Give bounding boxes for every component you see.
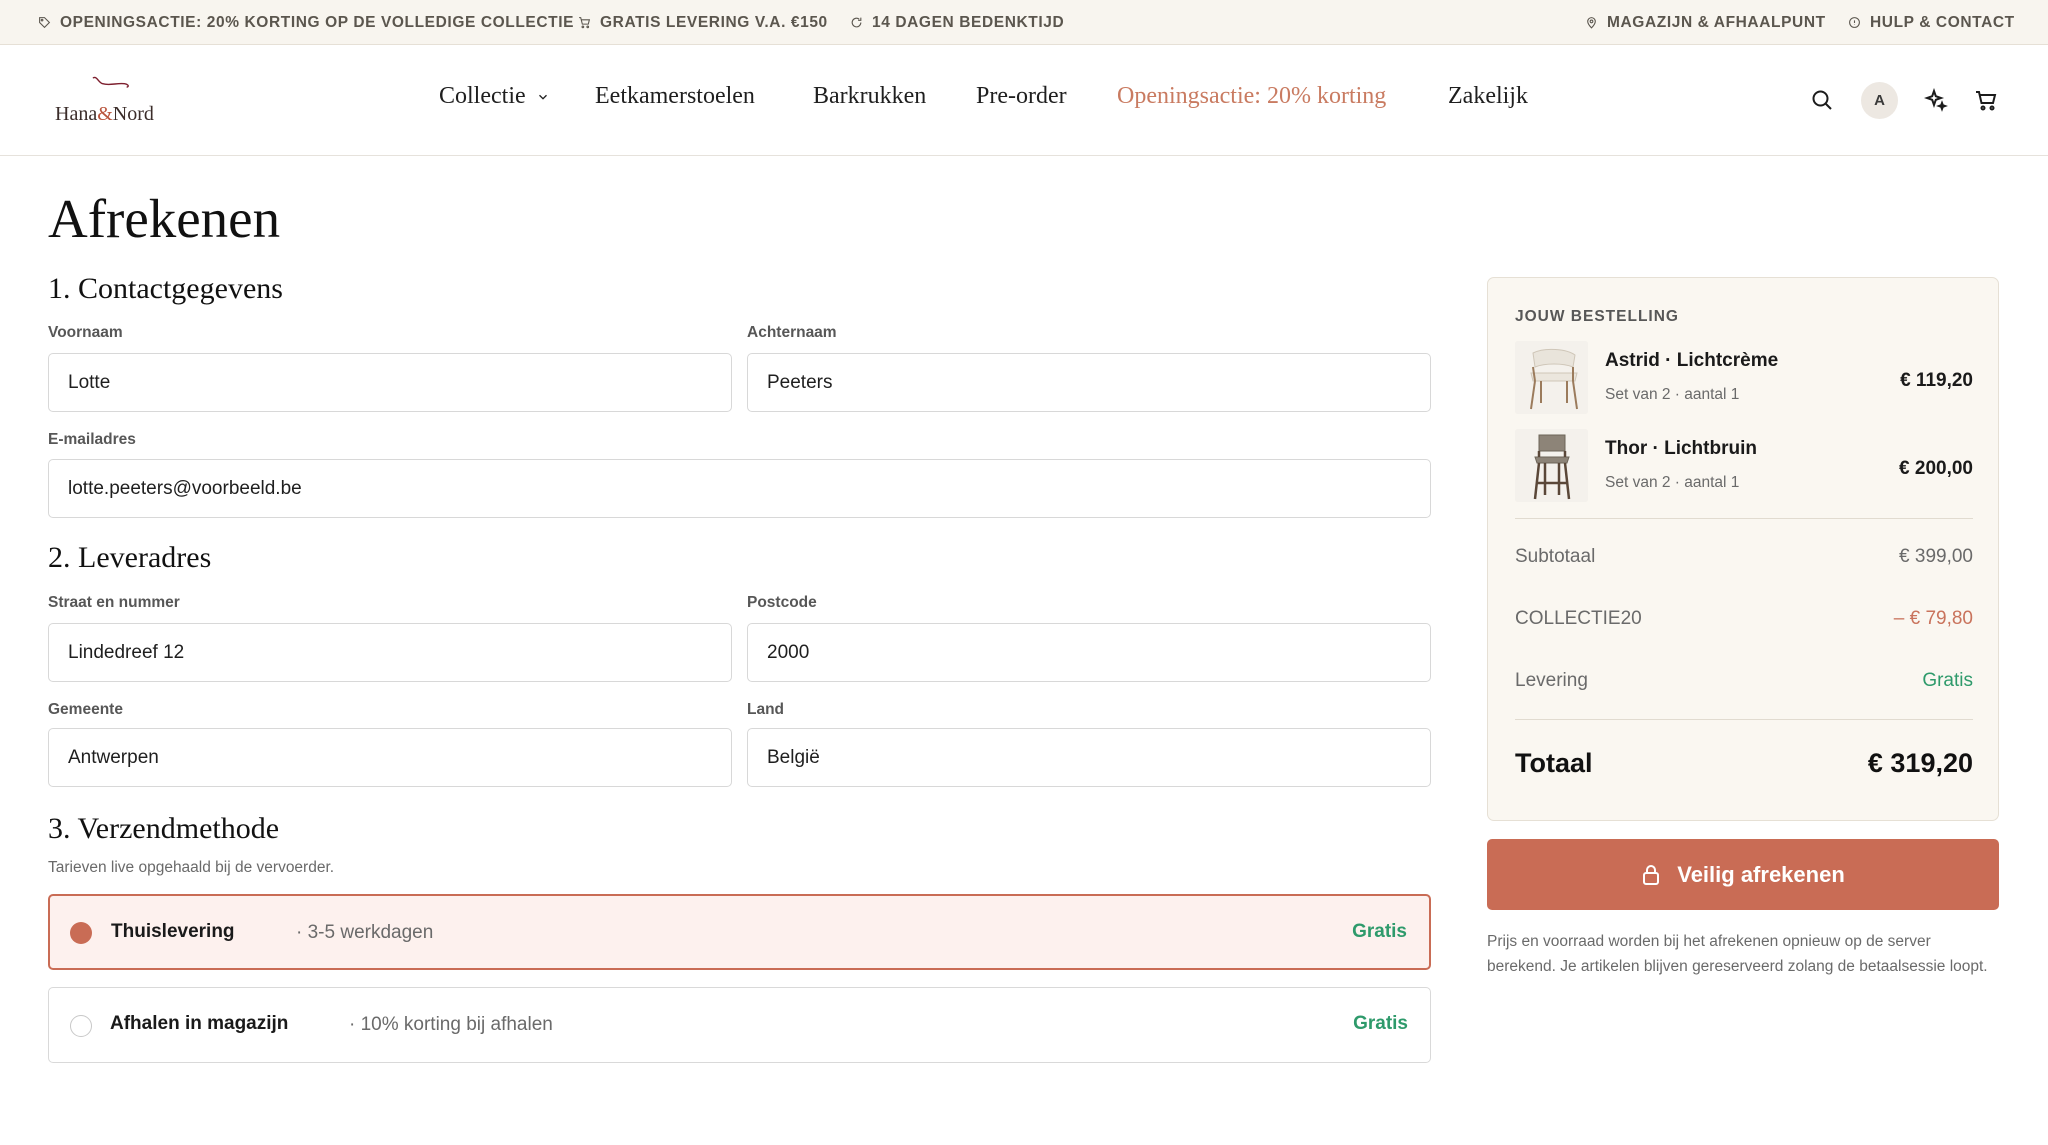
shipping-option-name: Thuislevering bbox=[111, 921, 235, 942]
email-label: E-mailadres bbox=[48, 431, 136, 448]
page-title: Afrekenen bbox=[48, 188, 281, 249]
product-meta: Set van 2 · aantal 1 bbox=[1605, 474, 1740, 491]
subtotal-value: € 399,00 bbox=[1899, 546, 1973, 567]
product-price: € 119,20 bbox=[1900, 370, 1973, 391]
postcode-label: Postcode bbox=[747, 594, 817, 611]
street-label: Straat en nummer bbox=[48, 594, 180, 611]
chair-image bbox=[1515, 341, 1588, 414]
shipping-option-name: Afhalen in magazijn bbox=[110, 1013, 289, 1034]
lock-icon bbox=[1643, 864, 1660, 885]
tag-icon bbox=[39, 17, 51, 29]
street-input[interactable]: Lindedreef 12 bbox=[48, 623, 732, 682]
store-link[interactable]: MAGAZIJN & AFHAALPUNT bbox=[1585, 0, 1826, 45]
radio-selected[interactable] bbox=[70, 922, 92, 944]
ai-assistant-button[interactable] bbox=[1924, 88, 1948, 112]
shipping-option-price: Gratis bbox=[1353, 1013, 1408, 1034]
discount-code-label: COLLECTIE20 bbox=[1515, 608, 1642, 629]
secure-checkout-button[interactable]: Veilig afrekenen bbox=[1487, 839, 1999, 910]
cart-icon bbox=[579, 17, 591, 29]
product-name: Astrid · Lichtcrème bbox=[1605, 350, 1779, 371]
product-thumbnail-thor bbox=[1515, 429, 1588, 502]
nav-openingsactie[interactable]: Openingsactie: 20% korting bbox=[1117, 83, 1386, 110]
logo-swoosh-icon bbox=[92, 76, 129, 88]
location-pin-icon bbox=[1587, 17, 1596, 29]
city-input[interactable]: Antwerpen bbox=[48, 728, 732, 787]
nav-zakelijk[interactable]: Zakelijk bbox=[1448, 83, 1528, 110]
product-name: Thor · Lichtbruin bbox=[1605, 438, 1757, 459]
account-avatar[interactable]: A bbox=[1861, 82, 1898, 119]
announcement-promo: OPENINGSACTIE: 20% KORTING OP DE VOLLEDI… bbox=[38, 0, 574, 45]
refresh-icon bbox=[851, 17, 862, 28]
search-icon bbox=[1812, 90, 1832, 110]
logo-name-b: Nord bbox=[112, 103, 154, 125]
search-button[interactable] bbox=[1810, 88, 1834, 112]
cart-icon bbox=[1976, 91, 1997, 111]
logo-name-a: Hana bbox=[55, 103, 98, 125]
city-label: Gemeente bbox=[48, 701, 123, 718]
postcode-input[interactable]: 2000 bbox=[747, 623, 1431, 682]
chevron-down-icon bbox=[538, 94, 547, 100]
section-title-address: 2. Leveradres bbox=[48, 541, 212, 574]
first-name-input[interactable]: Lotte bbox=[48, 353, 732, 412]
site-header: Hana&Nord Collectie Eetkamerstoelen Bark… bbox=[0, 45, 2048, 156]
cart-button[interactable] bbox=[1974, 88, 1998, 112]
divider bbox=[1515, 518, 1973, 519]
order-summary-title: JOUW BESTELLING bbox=[1515, 308, 1679, 325]
product-thumbnail-astrid bbox=[1515, 341, 1588, 414]
total-value: € 319,20 bbox=[1867, 748, 1973, 778]
section-title-contact: 1. Contactgegevens bbox=[48, 272, 283, 305]
country-input[interactable]: België bbox=[747, 728, 1431, 787]
announcement-return: 14 DAGEN BEDENKTIJD bbox=[850, 0, 1064, 45]
announcement-delivery: GRATIS LEVERING V.A. €150 bbox=[578, 0, 828, 45]
discount-value: – € 79,80 bbox=[1893, 608, 1973, 629]
barstool-image bbox=[1515, 429, 1588, 502]
shipping-hint: Tarieven live opgehaald bij de vervoerde… bbox=[48, 859, 335, 876]
logo[interactable]: Hana&Nord bbox=[52, 75, 167, 130]
shipping-option-home-delivery[interactable]: Thuislevering · 3-5 werkdagen Gratis bbox=[48, 894, 1431, 970]
total-label: Totaal bbox=[1515, 748, 1593, 778]
checkout-disclaimer: Prijs en voorraad worden bij het afreken… bbox=[1487, 933, 1988, 975]
nav-pre-order[interactable]: Pre-order bbox=[976, 83, 1067, 110]
nav-collectie[interactable]: Collectie bbox=[439, 83, 550, 110]
order-summary: JOUW BESTELLING Astrid · Lichtcrème Set … bbox=[1487, 277, 1999, 821]
announcement-bar: OPENINGSACTIE: 20% KORTING OP DE VOLLEDI… bbox=[0, 0, 2048, 45]
subtotal-label: Subtotaal bbox=[1515, 546, 1596, 567]
divider bbox=[1515, 719, 1973, 720]
country-label: Land bbox=[747, 701, 785, 718]
shipping-option-note: · 3-5 werkdagen bbox=[296, 922, 434, 943]
section-title-shipping: 3. Verzendmethode bbox=[48, 812, 280, 845]
delivery-label: Levering bbox=[1515, 670, 1588, 691]
nav-eetkamerstoelen[interactable]: Eetkamerstoelen bbox=[595, 83, 755, 110]
email-input[interactable]: lotte.peeters@voorbeeld.be bbox=[48, 459, 1431, 518]
delivery-value: Gratis bbox=[1922, 670, 1973, 691]
shipping-option-price: Gratis bbox=[1352, 921, 1407, 942]
product-meta: Set van 2 · aantal 1 bbox=[1605, 386, 1740, 403]
first-name-label: Voornaam bbox=[48, 324, 123, 341]
logo-ampersand: & bbox=[97, 103, 113, 125]
shipping-option-note: · 10% korting bij afhalen bbox=[349, 1014, 553, 1035]
help-link[interactable]: HULP & CONTACT bbox=[1848, 0, 2015, 45]
last-name-input[interactable]: Peeters bbox=[747, 353, 1431, 412]
info-icon bbox=[1849, 17, 1860, 28]
sparkle-icon bbox=[1924, 88, 1948, 112]
last-name-label: Achternaam bbox=[747, 324, 837, 341]
radio-unselected[interactable] bbox=[70, 1015, 92, 1037]
product-price: € 200,00 bbox=[1899, 458, 1973, 479]
nav-barkrukken[interactable]: Barkrukken bbox=[813, 83, 926, 110]
shipping-option-pickup[interactable]: Afhalen in magazijn · 10% korting bij af… bbox=[48, 987, 1431, 1063]
